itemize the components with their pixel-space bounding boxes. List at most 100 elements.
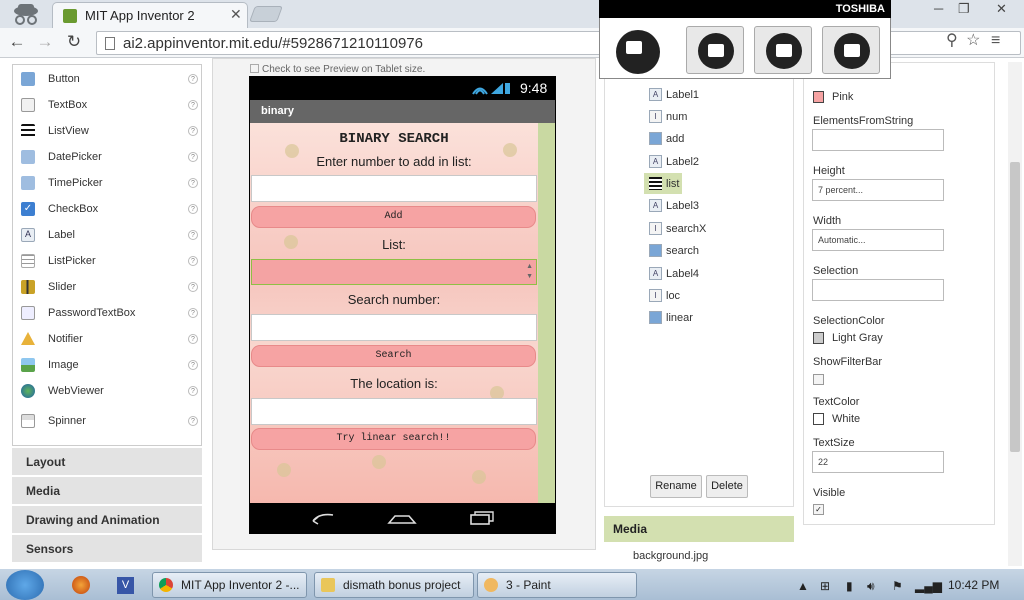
- palette-item-label[interactable]: A Label?: [13, 222, 203, 248]
- close-window-icon[interactable]: ✕: [996, 1, 1007, 17]
- tablet-preview-checkbox[interactable]: Check to see Preview on Tablet size.: [250, 64, 425, 75]
- help-icon[interactable]: ?: [188, 126, 198, 136]
- help-icon[interactable]: ?: [188, 152, 198, 162]
- forward-icon[interactable]: →: [34, 32, 56, 52]
- searchx-textbox[interactable]: [251, 314, 537, 341]
- category-sensors[interactable]: Sensors: [12, 534, 202, 562]
- taskbar-item-chrome[interactable]: MIT App Inventor 2 -...: [152, 572, 307, 598]
- toshiba-mode1-button[interactable]: [686, 26, 744, 74]
- bookmark-star-icon[interactable]: ☆: [966, 32, 980, 49]
- visio-icon[interactable]: V: [117, 577, 134, 594]
- palette-item-checkbox[interactable]: ✓ CheckBox?: [13, 196, 203, 222]
- palette-item-passwordtextbox[interactable]: PasswordTextBox?: [13, 300, 203, 326]
- help-icon[interactable]: ?: [188, 416, 198, 426]
- palette-item-listpicker[interactable]: ListPicker?: [13, 248, 203, 274]
- toshiba-mode3-button[interactable]: [822, 26, 880, 74]
- textcolor-value[interactable]: White: [832, 413, 860, 425]
- minimize-icon[interactable]: ─: [934, 1, 943, 16]
- screen-title-bar: binary: [250, 100, 555, 123]
- help-icon[interactable]: ?: [188, 100, 198, 110]
- back-icon[interactable]: ←: [6, 32, 28, 52]
- width-input[interactable]: Automatic...: [812, 229, 944, 251]
- screen-title: binary: [261, 105, 295, 117]
- help-icon[interactable]: ?: [188, 230, 198, 240]
- palette-item-listview[interactable]: ListView?: [13, 118, 203, 144]
- palette-item-webviewer[interactable]: WebViewer?: [13, 378, 203, 404]
- rename-button[interactable]: Rename: [650, 475, 702, 498]
- height-input[interactable]: 7 percent...: [812, 179, 944, 201]
- camera-edit-icon: [834, 33, 870, 69]
- media-file-item[interactable]: background.jpg: [633, 550, 708, 562]
- palette-item-datepicker[interactable]: DatePicker?: [13, 144, 203, 170]
- tablet-preview-label: Check to see Preview on Tablet size.: [262, 64, 426, 75]
- palette-item-textbox[interactable]: TextBox?: [13, 92, 203, 118]
- palette-item-label: Label: [48, 229, 75, 241]
- palette-item-notifier[interactable]: Notifier?: [13, 326, 203, 352]
- help-icon[interactable]: ?: [188, 74, 198, 84]
- toshiba-mode2-button[interactable]: [754, 26, 812, 74]
- palette-item-slider[interactable]: Slider?: [13, 274, 203, 300]
- showfilter-checkbox[interactable]: [813, 374, 824, 385]
- selection-input[interactable]: [812, 279, 944, 301]
- bgcolor-value[interactable]: Pink: [832, 91, 853, 103]
- tray-windows-icon[interactable]: ⊞: [820, 579, 830, 593]
- checkbox-box[interactable]: [250, 64, 259, 73]
- textsize-input[interactable]: 22: [812, 451, 944, 473]
- textbox-icon: I: [649, 222, 662, 235]
- palette-item-button[interactable]: Button?: [13, 66, 203, 92]
- palette-item-spinner[interactable]: Spinner?: [13, 408, 203, 434]
- help-icon[interactable]: ?: [188, 360, 198, 370]
- new-tab-button[interactable]: [249, 6, 283, 22]
- tray-volume-icon[interactable]: 🔊︎: [867, 579, 875, 594]
- list-listpicker[interactable]: ▲ ▼: [251, 259, 537, 285]
- tray-battery-icon[interactable]: ▮: [846, 579, 853, 593]
- tray-expand-icon[interactable]: ▲: [797, 579, 809, 593]
- start-button[interactable]: [6, 570, 44, 600]
- screen-scrollbar[interactable]: [538, 123, 555, 503]
- category-label: Layout: [26, 455, 66, 469]
- bgcolor-swatch[interactable]: [813, 91, 824, 103]
- password-icon: [21, 306, 35, 320]
- palette-item-label: TextBox: [48, 99, 88, 111]
- firefox-icon[interactable]: [72, 576, 90, 594]
- taskbar-item-folder[interactable]: dismath bonus project: [314, 572, 474, 598]
- delete-button[interactable]: Delete: [706, 475, 748, 498]
- restore-icon[interactable]: ❐: [958, 1, 970, 17]
- tray-flag-icon[interactable]: ⚑: [892, 579, 903, 593]
- page-scrollbar[interactable]: [1008, 62, 1022, 566]
- category-drawing-animation[interactable]: Drawing and Animation: [12, 505, 202, 533]
- add-button[interactable]: Add: [251, 206, 536, 228]
- scroll-thumb[interactable]: [1010, 162, 1020, 452]
- palette-item-timepicker[interactable]: TimePicker?: [13, 170, 203, 196]
- taskbar-item-paint[interactable]: 3 - Paint: [477, 572, 637, 598]
- help-icon[interactable]: ?: [188, 256, 198, 266]
- loc-textbox[interactable]: [251, 398, 537, 425]
- category-layout[interactable]: Layout: [12, 447, 202, 475]
- help-icon[interactable]: ?: [188, 204, 198, 214]
- tray-network-icon[interactable]: ▂▄▆: [915, 579, 942, 593]
- textcolor-swatch[interactable]: [813, 413, 824, 425]
- help-icon[interactable]: ?: [188, 386, 198, 396]
- close-tab-icon[interactable]: ✕: [230, 6, 242, 23]
- zoom-icon[interactable]: ⚲: [946, 32, 958, 49]
- visible-checkbox[interactable]: ✓: [813, 504, 824, 515]
- selcolor-value[interactable]: Light Gray: [832, 332, 883, 344]
- search-button[interactable]: Search: [251, 345, 536, 367]
- menu-icon[interactable]: ≡: [991, 32, 1000, 49]
- label-icon: A: [649, 88, 662, 101]
- palette-item-image[interactable]: Image?: [13, 352, 203, 378]
- reload-icon[interactable]: ↻: [63, 32, 85, 52]
- help-icon[interactable]: ?: [188, 282, 198, 292]
- category-media[interactable]: Media: [12, 476, 202, 504]
- efs-input[interactable]: [812, 129, 944, 151]
- folder-icon: [321, 578, 335, 592]
- help-icon[interactable]: ?: [188, 178, 198, 188]
- help-icon[interactable]: ?: [188, 334, 198, 344]
- taskbar-clock[interactable]: 10:42 PM: [948, 578, 999, 592]
- selcolor-swatch[interactable]: [813, 332, 824, 344]
- linear-button[interactable]: Try linear search!!: [251, 428, 536, 450]
- toshiba-camera-button[interactable]: [610, 26, 668, 74]
- num-textbox[interactable]: [251, 175, 537, 202]
- browser-tab[interactable]: MIT App Inventor 2 ✕: [52, 2, 248, 28]
- help-icon[interactable]: ?: [188, 308, 198, 318]
